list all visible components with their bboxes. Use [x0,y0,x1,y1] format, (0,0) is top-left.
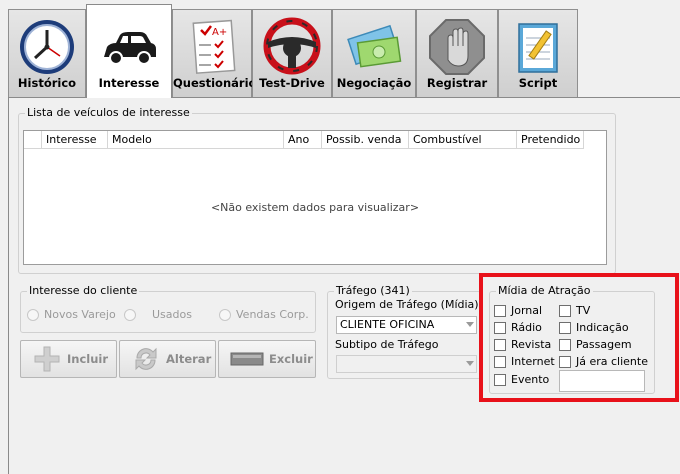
tab-label: Histórico [17,76,77,90]
radio-circle [219,308,231,321]
notepad-icon [518,23,558,73]
checklist-icon: A+ [192,19,236,74]
traffic-origin-label: Origem de Tráfego (Mídia) [335,298,479,311]
vehicle-grid[interactable]: Interesse Modelo Ano Possib. venda Combu… [23,130,607,265]
tab-interesse[interactable]: Interesse [86,4,172,98]
col-possib-venda[interactable]: Possib. venda [322,131,409,149]
change-label: Alterar [166,352,212,366]
radio-circle [124,308,136,321]
traffic-origin-select[interactable]: CLIENTE OFICINA [336,316,477,334]
plus-icon [29,344,65,374]
traffic-subtype-label: Subtipo de Tráfego [335,338,439,351]
car-icon [104,32,156,65]
tab-bar: Histórico Interesse A+ Questionário Test… [0,0,680,98]
grid-header: Interesse Modelo Ano Possib. venda Combu… [24,131,584,149]
tab-label: Questionário [173,76,257,90]
delete-label: Excluir [269,352,313,366]
include-label: Incluir [67,352,109,366]
tab-label: Negociação [336,76,412,90]
radio-novos-varejo[interactable]: Novos Varejo [27,308,116,321]
radio-circle [27,308,39,321]
include-button[interactable]: Incluir [20,340,117,378]
tab-registrar[interactable]: Registrar [416,9,498,97]
tab-label: Interesse [98,76,160,90]
tab-label: Test-Drive [259,76,325,90]
change-button[interactable]: Alterar [119,340,216,378]
radio-label: Usados [152,308,192,321]
tab-test-drive[interactable]: Test-Drive [252,9,332,97]
tab-questionario[interactable]: A+ Questionário [172,9,257,97]
radio-label: Novos Varejo [44,308,116,321]
radio-vendas-corp[interactable]: Vendas Corp. [219,308,309,321]
clock-icon [20,20,74,74]
eraser-icon [227,344,267,374]
radio-usados[interactable]: Usados [124,308,192,321]
client-interest-title: Interesse do cliente [27,284,140,297]
radio-label: Vendas Corp. [236,308,309,321]
tab-label: Registrar [426,76,488,90]
tab-label: Script [518,76,558,90]
col-ano[interactable]: Ano [284,131,322,149]
chevron-down-icon [466,361,474,366]
media-highlight-frame [479,273,679,402]
steering-wheel-icon [263,17,321,75]
col-modelo[interactable]: Modelo [108,131,284,149]
delete-button[interactable]: Excluir [218,340,316,378]
col-interesse[interactable]: Interesse [42,131,108,149]
tab-negociacao[interactable]: Negociação [332,9,416,97]
col-combustivel[interactable]: Combustível [409,131,517,149]
traffic-title: Tráfego (341) [334,284,412,297]
col-pretendido[interactable]: Pretendido [517,131,584,149]
chevron-down-icon [466,322,474,327]
traffic-origin-value: CLIENTE OFICINA [340,318,435,331]
vehicle-list-title: Lista de veículos de interesse [25,106,192,119]
grid-header-spacer [24,131,42,149]
traffic-subtype-select[interactable] [336,355,477,373]
tab-script[interactable]: Script [498,9,578,97]
refresh-icon [128,344,164,374]
svg-text:A+: A+ [212,27,227,38]
tab-historico[interactable]: Histórico [8,9,86,97]
stop-hand-icon [429,19,485,75]
money-card-icon [347,24,402,68]
grid-empty-message: <Não existem dados para visualizar> [210,201,420,214]
